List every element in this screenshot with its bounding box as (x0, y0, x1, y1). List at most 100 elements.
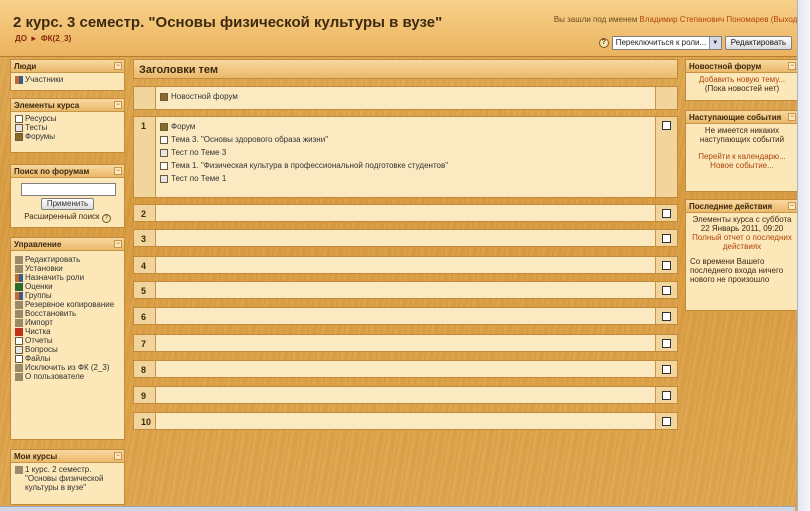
section-body (156, 230, 655, 246)
show-only-checkbox[interactable] (662, 234, 671, 243)
advanced-search-link[interactable]: Расширенный поиск ? (15, 212, 120, 223)
section-body: Новостной форум (156, 87, 655, 109)
collapse-icon[interactable]: − (788, 202, 796, 210)
admin-item-reports[interactable]: Отчеты (15, 336, 120, 345)
collapse-icon[interactable]: − (114, 452, 122, 460)
role-select-value: Переключиться к роли... (615, 38, 707, 47)
restore-icon (15, 310, 23, 318)
admin-item-groups[interactable]: Группы (15, 291, 120, 300)
crumb-home[interactable]: ДО (15, 34, 27, 43)
show-only-checkbox[interactable] (662, 417, 671, 426)
elements-title: Элементы курса (14, 101, 80, 110)
help-icon[interactable]: ? (598, 38, 609, 48)
resources-link[interactable]: Ресурсы (15, 114, 120, 123)
admin-item-restore[interactable]: Восстановить (15, 309, 120, 318)
admin-item-questions[interactable]: Вопросы (15, 345, 120, 354)
admin-item-import[interactable]: Импорт (15, 318, 120, 327)
admin-item-edit[interactable]: Редактировать (15, 255, 120, 264)
section-side (655, 230, 677, 246)
section-body (156, 282, 655, 298)
collapse-icon[interactable]: − (114, 101, 122, 109)
section-number: 6 (134, 308, 156, 324)
logout-link[interactable]: (Выход) (771, 15, 800, 24)
no-events-text: Не имеется никаких наступающих событий (699, 126, 785, 144)
activity-link[interactable]: Тест по Теме 3 (160, 146, 651, 159)
role-tools: ? Переключиться к роли... ▼ Редактироват… (598, 36, 792, 50)
show-only-checkbox[interactable] (662, 286, 671, 295)
navbar: ДО ► ФК(2_3) ? Переключиться к роли... ▼ Р… (0, 32, 810, 52)
resource-icon (160, 135, 168, 144)
admin-item-label: Редактировать (25, 255, 81, 264)
show-only-checkbox[interactable] (662, 121, 671, 130)
collapse-icon[interactable]: − (114, 167, 122, 175)
admin-item-roles[interactable]: Назначить роли (15, 273, 120, 282)
user-link[interactable]: Владимир Степанович Пономарев (640, 15, 769, 24)
news-title: Новостной форум (689, 62, 762, 71)
activity-label: Тема 3. "Основы здорового образа жизни" (171, 135, 329, 144)
show-only-checkbox[interactable] (662, 339, 671, 348)
profile-icon (15, 373, 23, 381)
admin-item-unenrol[interactable]: Исключить из ФК (2_3) (15, 363, 120, 372)
calendar-link[interactable]: Перейти к календарю... (690, 152, 794, 161)
quizzes-label: Тесты (25, 123, 48, 132)
activity-label: Тест по Теме 3 (171, 148, 227, 157)
edit-button[interactable]: Редактировать (724, 36, 792, 50)
show-only-checkbox[interactable] (662, 312, 671, 321)
new-event-link[interactable]: Новое событие... (690, 161, 794, 170)
add-topic-link[interactable]: Добавить новую тему... (690, 75, 794, 84)
section-0: Новостной форум (133, 86, 678, 110)
collapse-icon[interactable]: − (114, 240, 122, 248)
show-only-checkbox[interactable] (662, 209, 671, 218)
activity-label: Новостной форум (171, 92, 238, 101)
collapse-icon[interactable]: − (788, 62, 796, 70)
resource-icon (160, 161, 168, 170)
admin-item-reset[interactable]: Чистка (15, 327, 120, 336)
admin-item-label: Назначить роли (25, 273, 85, 282)
advanced-search-label: Расширенный поиск (24, 212, 100, 221)
vertical-scrollbar[interactable] (797, 0, 810, 511)
section-number: 2 (134, 205, 156, 221)
activity-link[interactable]: Тема 3. "Основы здорового образа жизни" (160, 133, 651, 146)
section-10: 10 (133, 412, 678, 430)
section-side (655, 335, 677, 351)
admin-item-profile[interactable]: О пользователе (15, 372, 120, 381)
main-content: Заголовки тем Новостной форум 1 Форум Те… (133, 59, 678, 504)
show-only-checkbox[interactable] (662, 391, 671, 400)
news-forum-link[interactable]: Новостной форум (160, 90, 651, 103)
reset-icon (15, 328, 23, 336)
admin-item-files[interactable]: Файлы (15, 354, 120, 363)
admin-item-backup[interactable]: Резервное копирование (15, 300, 120, 309)
collapse-icon[interactable]: − (114, 62, 122, 70)
people-block: Люди − Участники (10, 59, 125, 91)
my-courses-header: Мои курсы − (11, 450, 124, 463)
settings-icon (15, 265, 23, 273)
collapse-icon[interactable]: − (788, 113, 796, 121)
search-input[interactable] (21, 183, 116, 196)
show-only-checkbox[interactable] (662, 365, 671, 374)
admin-item-grades[interactable]: Оценки (15, 282, 120, 291)
role-select[interactable]: Переключиться к роли... ▼ (611, 36, 722, 50)
apply-button[interactable]: Применить (40, 198, 95, 210)
show-only-checkbox[interactable] (662, 261, 671, 270)
activity-link[interactable]: Тест по Теме 1 (160, 172, 651, 185)
admin-item-label: Резервное копирование (25, 300, 115, 309)
activity-link[interactable]: Тема 1. "Физическая культура в профессио… (160, 159, 651, 172)
forum-icon (160, 122, 168, 131)
help-icon[interactable]: ? (101, 214, 111, 223)
section-side (655, 87, 677, 109)
activity-link[interactable]: Форум (160, 120, 651, 133)
full-report-link[interactable]: Полный отчет о последних действиях (690, 233, 794, 251)
section-7: 7 (133, 334, 678, 352)
section-body (156, 361, 655, 377)
participants-link[interactable]: Участники (15, 75, 120, 84)
admin-item-label: Установки (25, 264, 63, 273)
quizzes-link[interactable]: Тесты (15, 123, 120, 132)
recent-since: Элементы курса с суббота 22 Январь 2011,… (692, 215, 792, 233)
horizontal-scrollbar[interactable] (0, 506, 795, 511)
forum-search-block: Поиск по форумам − Применить Расширенный … (10, 164, 125, 228)
course-link[interactable]: 1 курс. 2 семестр. "Основы физической ку… (15, 465, 120, 492)
forums-link[interactable]: Форумы (15, 132, 120, 141)
section-side (655, 308, 677, 324)
admin-item-settings[interactable]: Установки (15, 264, 120, 273)
import-icon (15, 319, 23, 327)
